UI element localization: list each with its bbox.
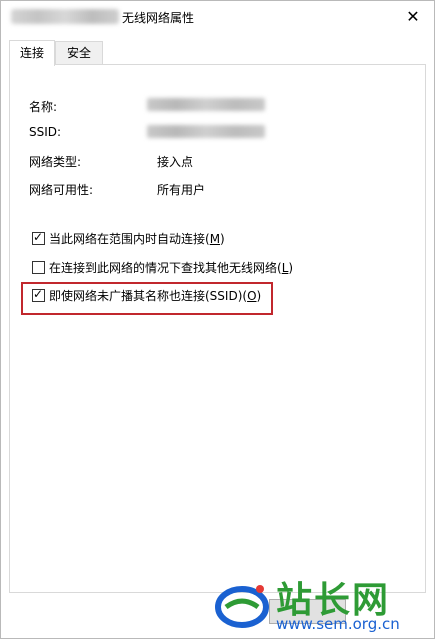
wireless-properties-window: 无线网络属性 ✕ 连接 安全 名称: SSID: 网络类型: 接入点 网络可用性… xyxy=(0,0,435,639)
redacted-network-name xyxy=(11,9,119,24)
watermark-url: www.sem.org.cn xyxy=(276,615,400,633)
find-other-networks-option[interactable]: 在连接到此网络的情况下查找其他无线网络(L) xyxy=(32,258,293,276)
close-icon: ✕ xyxy=(406,7,420,26)
checkmark-icon: ✓ xyxy=(33,286,44,301)
title-bar: 无线网络属性 ✕ xyxy=(1,1,434,32)
find-other-networks-checkbox[interactable] xyxy=(32,260,45,274)
network-availability-label: 网络可用性: xyxy=(29,183,94,197)
network-type-value: 接入点 xyxy=(157,155,194,169)
tab-connection[interactable]: 连接 xyxy=(9,40,55,66)
find-other-networks-label: 在连接到此网络的情况下查找其他无线网络(L) xyxy=(49,260,294,275)
watermark-logo-icon xyxy=(215,585,269,628)
close-button[interactable]: ✕ xyxy=(392,1,434,32)
window-title: 无线网络属性 xyxy=(122,11,195,25)
connect-hidden-ssid-label: 即使网络未广播其名称也连接(SSID)(O) xyxy=(49,288,262,303)
redacted-name-value xyxy=(147,98,265,111)
ssid-label: SSID: xyxy=(29,125,62,139)
tab-strip: 连接 安全 xyxy=(9,40,425,66)
network-type-label: 网络类型: xyxy=(29,155,82,169)
network-availability-value: 所有用户 xyxy=(157,183,206,197)
auto-connect-checkbox[interactable]: ✓ xyxy=(32,229,45,245)
name-label: 名称: xyxy=(29,100,58,114)
watermark: 站长网 www.sem.org.cn xyxy=(206,571,434,637)
tab-security[interactable]: 安全 xyxy=(55,41,103,65)
redacted-ssid-value xyxy=(147,125,265,138)
connect-hidden-ssid-checkbox[interactable]: ✓ xyxy=(32,286,45,302)
checkmark-icon: ✓ xyxy=(33,229,44,244)
connection-panel: 名称: SSID: 网络类型: 接入点 网络可用性: 所有用户 ✓ 当此网络在范… xyxy=(9,64,426,593)
connect-hidden-ssid-option[interactable]: ✓ 即使网络未广播其名称也连接(SSID)(O) xyxy=(32,286,261,304)
auto-connect-label: 当此网络在范围内时自动连接(M) xyxy=(49,231,225,246)
auto-connect-option[interactable]: ✓ 当此网络在范围内时自动连接(M) xyxy=(32,229,225,247)
